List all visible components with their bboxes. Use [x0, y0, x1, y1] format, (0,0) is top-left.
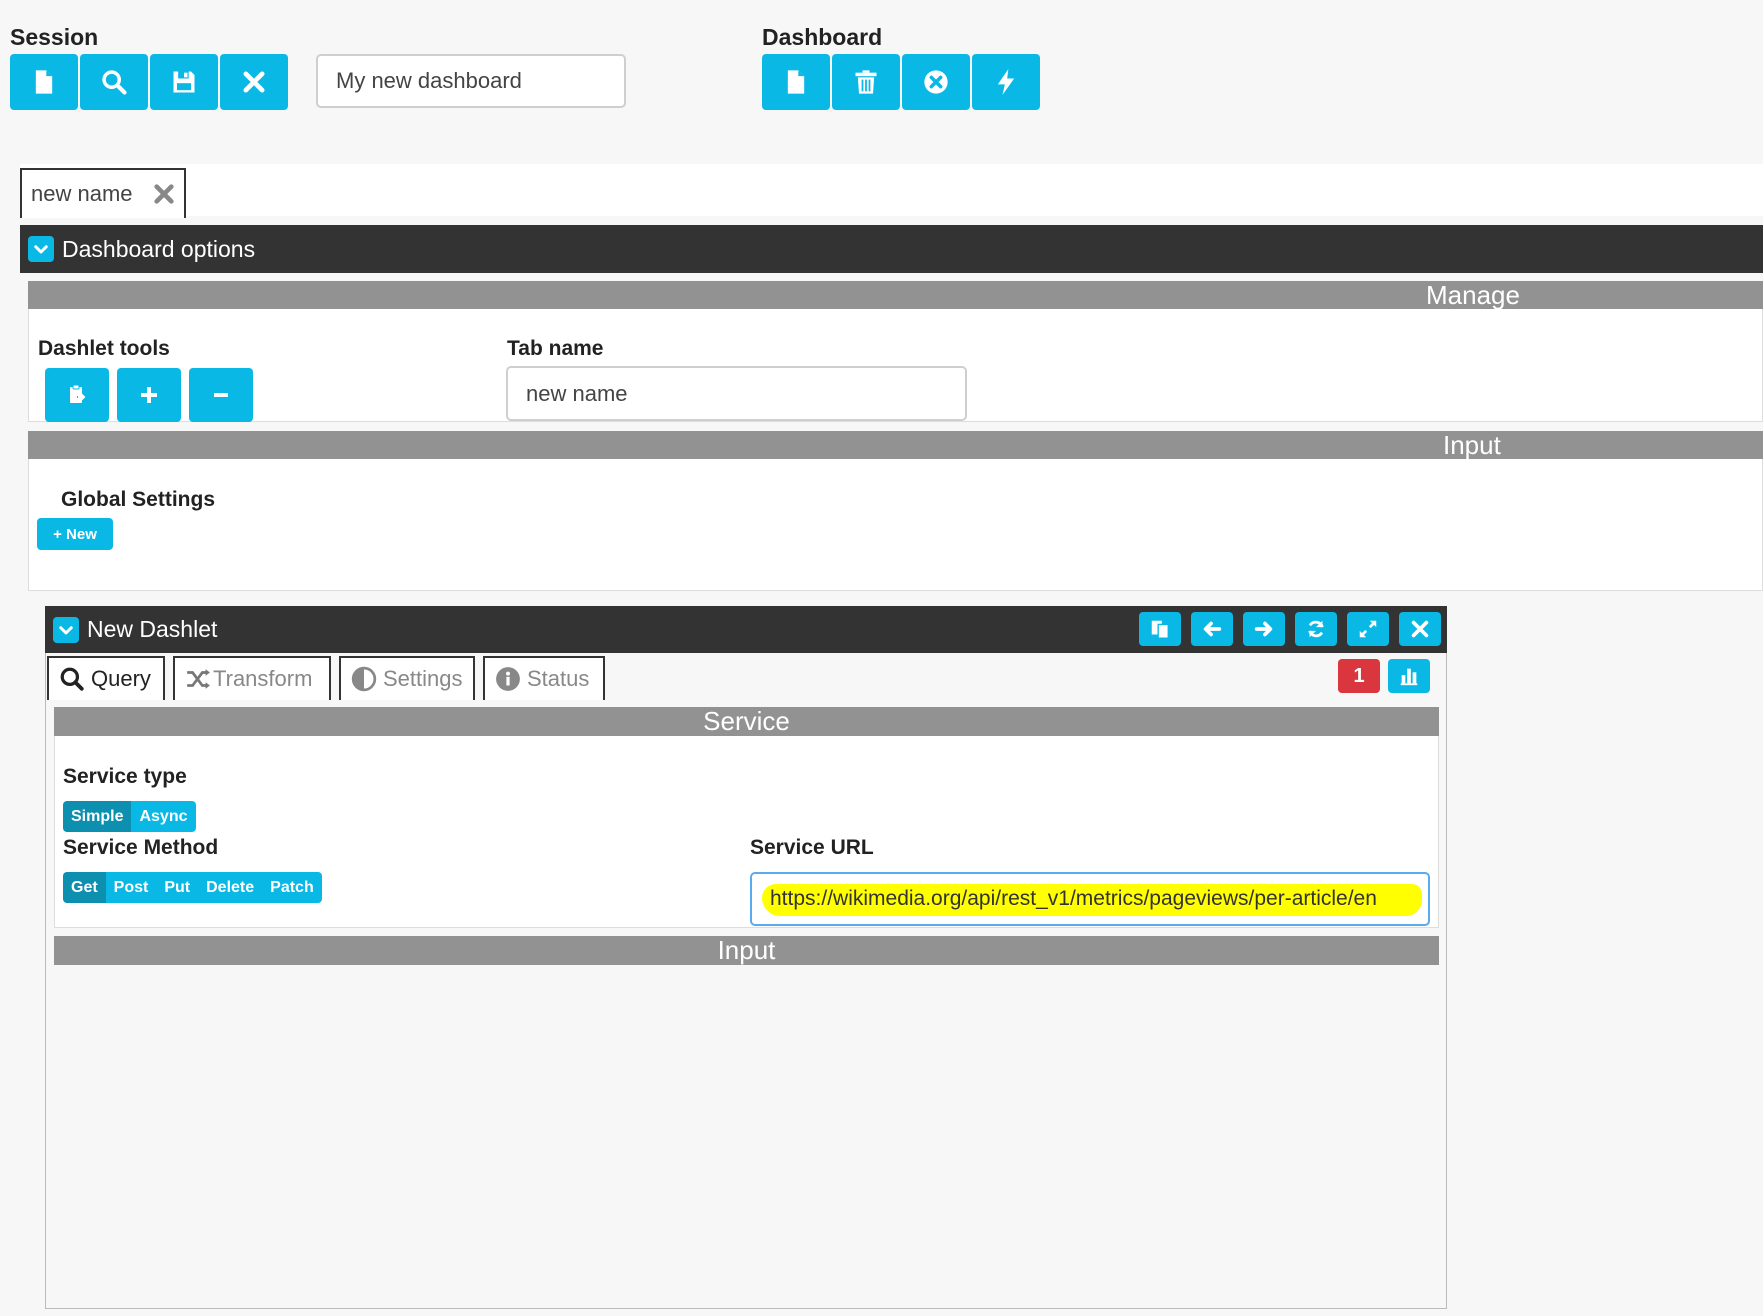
method-post[interactable]: Post	[105, 872, 157, 903]
dashboard-delete-button[interactable]	[832, 54, 900, 110]
dashlet-title: New Dashlet	[87, 616, 218, 642]
tab-status-label: Status	[527, 666, 590, 691]
chevron-down-icon	[34, 245, 48, 254]
tab-settings-label: Settings	[383, 666, 463, 691]
service-type-selector: Simple Async	[63, 801, 196, 832]
refresh-button[interactable]	[1295, 612, 1337, 646]
method-put[interactable]: Put	[156, 872, 199, 903]
collapse-toggle[interactable]	[28, 236, 54, 262]
service-header-label: Service	[703, 706, 790, 736]
manage-header: Manage	[28, 279, 1763, 310]
arrow-right-icon	[1254, 621, 1273, 637]
service-url-field[interactable]: https://wikimedia.org/api/rest_v1/metric…	[750, 872, 1430, 926]
session-close-button[interactable]	[220, 54, 288, 110]
save-icon	[173, 71, 195, 93]
close-icon	[1411, 620, 1429, 638]
shuffle-icon	[187, 669, 210, 689]
dashlet-input-header: Input	[54, 935, 1439, 965]
error-count-badge[interactable]: 1	[1338, 659, 1380, 693]
move-right-button[interactable]	[1243, 612, 1285, 646]
service-method-selector: Get Post Put Delete Patch	[63, 872, 322, 903]
new-file-icon	[35, 70, 53, 94]
tab-settings[interactable]: Settings	[339, 656, 475, 700]
add-dashlet-button[interactable]	[117, 368, 181, 422]
clipboard-icon	[70, 384, 87, 403]
expand-icon	[1359, 620, 1377, 638]
session-search-button[interactable]	[80, 54, 148, 110]
lightning-icon	[997, 69, 1015, 95]
close-dashlet-button[interactable]	[1399, 612, 1441, 646]
dashboard-remove-button[interactable]	[902, 54, 970, 110]
session-name-input[interactable]: My new dashboard	[316, 54, 626, 108]
half-circle-icon	[351, 666, 377, 692]
session-save-button[interactable]	[150, 54, 218, 110]
tab-strip	[20, 164, 1763, 216]
service-url-value: https://wikimedia.org/api/rest_v1/metric…	[770, 887, 1377, 910]
manage-header-label: Manage	[1426, 279, 1520, 310]
tab-status[interactable]: Status	[483, 656, 605, 700]
info-icon	[496, 667, 520, 691]
dashlet-tools-toolbar	[45, 368, 255, 422]
plus-icon	[141, 387, 157, 403]
arrow-left-icon	[1203, 621, 1222, 637]
service-type-simple[interactable]: Simple	[63, 801, 132, 832]
session-label: Session	[10, 24, 99, 50]
dashboard-run-button[interactable]	[972, 54, 1040, 110]
method-get[interactable]: Get	[63, 872, 106, 903]
service-url-label: Service URL	[750, 836, 874, 859]
dashlet-input-header-label: Input	[717, 935, 776, 965]
dashlet-tools-label: Dashlet tools	[38, 337, 170, 360]
bar-chart-icon	[1400, 668, 1418, 686]
dashboard-options-header[interactable]: Dashboard options	[20, 225, 1763, 273]
new-file-icon	[787, 70, 805, 94]
copy-dashlet-button[interactable]	[1139, 612, 1181, 646]
copy-icon	[1151, 620, 1169, 639]
service-type-async[interactable]: Async	[131, 801, 196, 832]
tab-transform-label: Transform	[213, 666, 313, 691]
paste-dashlet-button[interactable]	[45, 368, 109, 422]
new-setting-button[interactable]: + New	[37, 518, 113, 550]
remove-dashlet-button[interactable]	[189, 368, 253, 422]
service-method-label: Service Method	[63, 836, 219, 859]
refresh-icon	[1308, 620, 1324, 638]
dashlet-header-toolbar	[1129, 612, 1441, 646]
close-icon[interactable]	[153, 183, 175, 205]
input-header-label: Input	[1443, 429, 1501, 460]
dashboard-toolbar	[762, 54, 1042, 110]
chart-view-button[interactable]	[1388, 659, 1430, 693]
method-delete[interactable]: Delete	[198, 872, 263, 903]
trash-icon	[855, 70, 877, 94]
minus-icon	[214, 393, 228, 397]
remove-circle-icon	[924, 70, 948, 94]
search-icon	[102, 70, 127, 95]
dashboard-options-title: Dashboard options	[62, 235, 256, 262]
global-settings-label: Global Settings	[61, 488, 216, 511]
dashlet-collapse-toggle[interactable]	[53, 616, 79, 643]
chevron-down-icon	[59, 625, 73, 634]
session-new-button[interactable]	[10, 54, 78, 110]
session-toolbar	[10, 54, 290, 110]
tab-query[interactable]: Query	[47, 656, 165, 700]
close-icon	[243, 71, 265, 93]
search-icon	[60, 667, 84, 691]
move-left-button[interactable]	[1191, 612, 1233, 646]
dashboard-label: Dashboard	[762, 24, 883, 50]
method-patch[interactable]: Patch	[262, 872, 322, 903]
tab-transform[interactable]: Transform	[173, 656, 331, 700]
tab-label: new name	[31, 181, 133, 206]
dashlet-tabs: Query Transform Settings Status	[47, 656, 605, 700]
tab-name-label: Tab name	[507, 337, 604, 360]
tab-query-label: Query	[91, 666, 151, 691]
dashboard-new-button[interactable]	[762, 54, 830, 110]
tab-new-name[interactable]: new name	[20, 168, 186, 218]
expand-button[interactable]	[1347, 612, 1389, 646]
service-header: Service	[54, 706, 1439, 736]
tab-name-input[interactable]: new name	[506, 366, 967, 421]
input-header: Input	[28, 429, 1763, 460]
service-type-label: Service type	[63, 765, 187, 788]
